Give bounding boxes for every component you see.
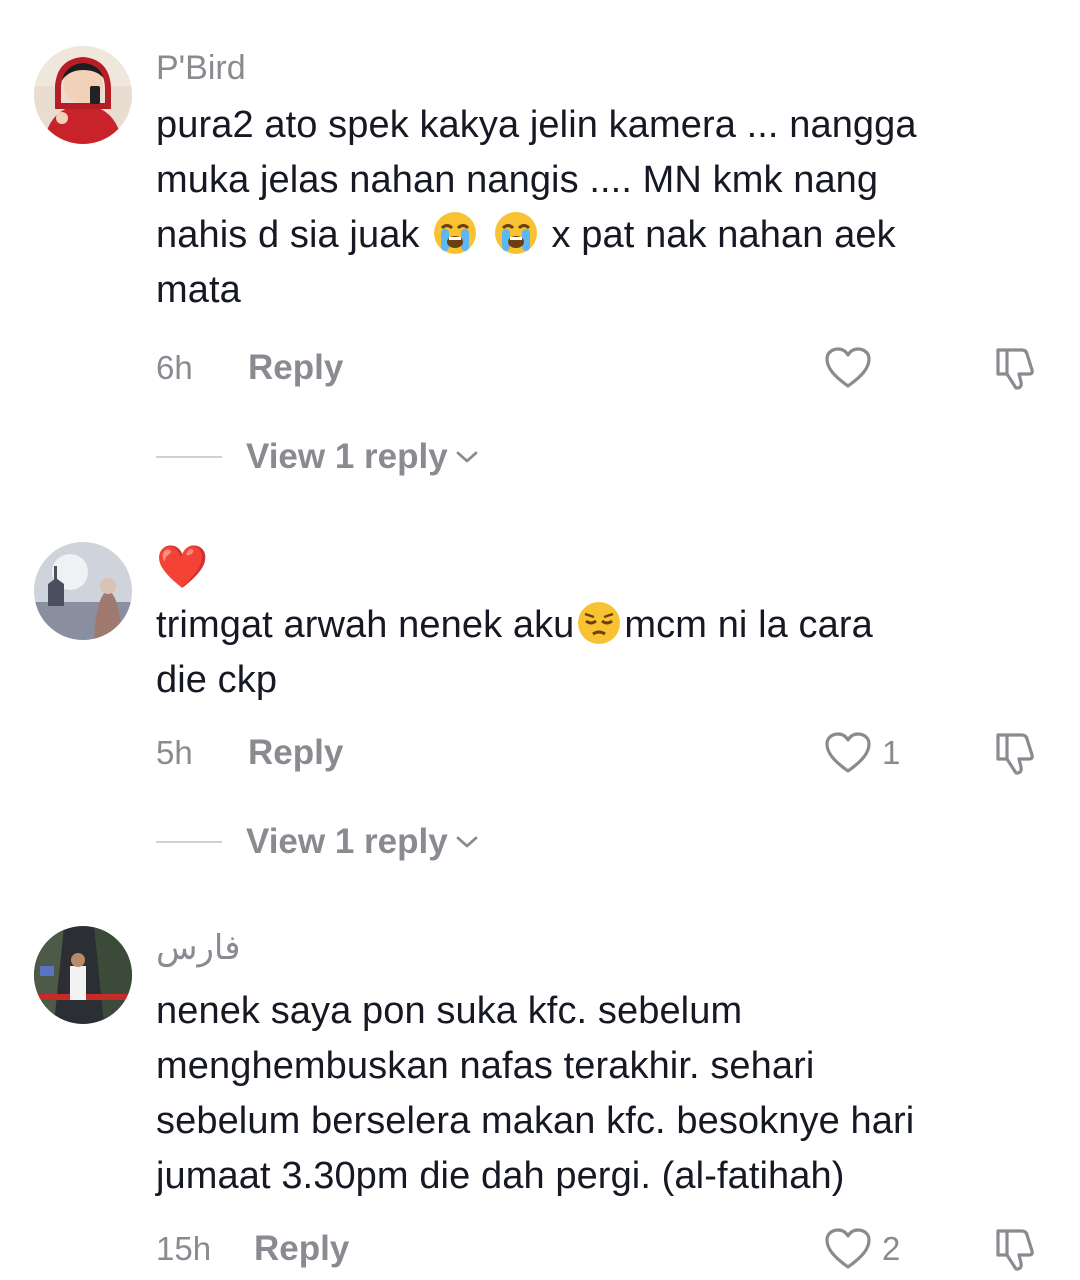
heart-outline-icon xyxy=(825,347,871,388)
dislike-button[interactable] xyxy=(992,728,1040,778)
thumbs-down-outline-icon xyxy=(996,1229,1034,1271)
like-button[interactable]: 2 xyxy=(824,1224,900,1274)
comment-text: nenek saya pon suka kfc. sebelum menghem… xyxy=(156,990,915,1197)
comment-username[interactable]: ❤️ xyxy=(156,542,1040,592)
comment-actions: 5h Reply 1 xyxy=(156,728,1040,778)
comment-text: trimgat arwah nenek aku mcm ni la cara di… xyxy=(156,598,1040,708)
view-replies-button[interactable]: View 1 reply xyxy=(156,432,478,482)
comment-timestamp: 6h xyxy=(156,349,193,386)
reply-button[interactable]: Reply xyxy=(254,1224,349,1274)
heart-outline-icon xyxy=(825,732,871,773)
avatar[interactable] xyxy=(34,46,132,144)
loudly-crying-face-icon xyxy=(493,210,539,256)
divider-line xyxy=(156,456,222,458)
like-count: 1 xyxy=(882,734,901,771)
dislike-button[interactable] xyxy=(992,1224,1040,1274)
chevron-down-icon xyxy=(456,451,478,463)
view-replies-button[interactable]: View 1 reply xyxy=(156,817,478,867)
loudly-crying-face-icon xyxy=(432,210,478,256)
comment-timestamp: 5h xyxy=(156,734,193,771)
reply-button[interactable]: Reply xyxy=(248,728,343,778)
comment-actions: 6h Reply xyxy=(156,343,1040,393)
comment-username[interactable]: فارس xyxy=(156,926,1040,970)
avatar[interactable] xyxy=(34,542,132,640)
like-count: 2 xyxy=(882,1230,901,1267)
comment-username[interactable]: P'Bird xyxy=(156,46,1040,90)
comment-text: pura2 ato spek kakya jelin kamera ... na… xyxy=(156,104,917,311)
dislike-button[interactable] xyxy=(992,343,1040,393)
avatar[interactable] xyxy=(34,926,132,1024)
heart-outline-icon xyxy=(825,1228,871,1269)
thumbs-down-outline-icon xyxy=(996,733,1034,775)
reply-button[interactable]: Reply xyxy=(248,343,343,393)
chevron-down-icon xyxy=(456,836,478,848)
view-replies-label: View 1 reply xyxy=(246,822,448,861)
thumbs-down-outline-icon xyxy=(996,348,1034,390)
comment-actions: 15h Reply 2 xyxy=(156,1224,1040,1274)
divider-line xyxy=(156,841,222,843)
like-button[interactable]: 1 xyxy=(824,728,900,778)
view-replies-label: View 1 reply xyxy=(246,437,448,476)
comment-timestamp: 15h xyxy=(156,1230,212,1267)
pensive-face-icon xyxy=(576,600,622,646)
like-button[interactable] xyxy=(824,343,882,393)
